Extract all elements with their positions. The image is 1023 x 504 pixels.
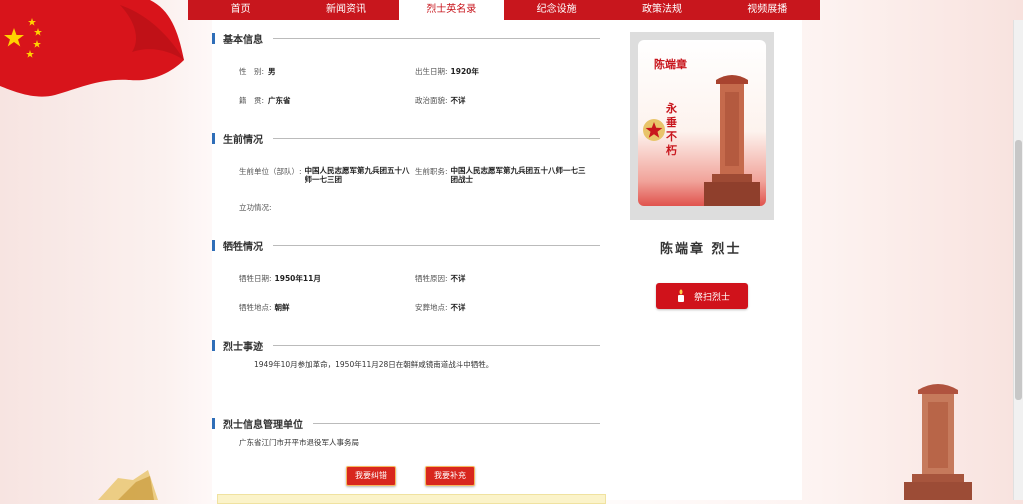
deeds-text: 1949年10月参加革命，1950年11月28日在朝鲜咸镜南道战斗中牺牲。: [254, 360, 494, 369]
section-marker: [212, 339, 215, 351]
section-marker: [212, 132, 215, 144]
field-value: 不详: [450, 96, 466, 105]
main-nav: 首页 新闻资讯 烈士英名录 纪念设施 政策法规 视频展播: [188, 0, 820, 20]
post-line-2: 团战士: [450, 175, 474, 184]
section-marker: [212, 32, 215, 44]
field-label: 政治面貌:: [415, 96, 448, 105]
field-political-status: 政治面貌: 不详: [415, 95, 466, 106]
unit-line-2: 师一七三团: [304, 175, 343, 184]
bottom-notice-strip: [217, 494, 606, 504]
nav-policies[interactable]: 政策法规: [609, 0, 714, 20]
section-basic-info: 基本信息: [212, 32, 600, 46]
field-value: 1950年11月: [274, 274, 321, 283]
section-divider: [313, 422, 600, 424]
field-value: 不详: [450, 274, 466, 283]
section-deeds: 烈士事迹: [212, 339, 600, 353]
nav-memorial-facilities[interactable]: 纪念设施: [504, 0, 609, 20]
field-value: 中国人民志愿军第九兵团五十八 师一七三团: [305, 166, 410, 184]
field-label: 牺牲地点:: [239, 303, 272, 312]
sweep-tomb-button[interactable]: 祭扫烈士: [656, 283, 748, 309]
field-value: 中国人民志愿军第九兵团五十八师一七三 团战士: [451, 166, 586, 184]
poster-name: 陈端章: [654, 58, 687, 71]
section-divider: [273, 37, 600, 39]
flag-icon: [0, 0, 184, 97]
section-title: 生前情况: [223, 134, 263, 146]
field-gender: 性 别: 男: [239, 66, 276, 77]
section-marker: [212, 239, 215, 251]
star-emblem-icon: [643, 119, 665, 141]
field-value: 1920年: [450, 67, 479, 76]
field-post: 生前职务: 中国人民志愿军第九兵团五十八师一七三 团战士: [415, 166, 586, 184]
martyr-detail-panel: 基本信息 性 别: 男 出生日期: 1920年 籍 贯: 广东省 政治面貌: 不…: [212, 20, 802, 504]
golden-ornament: [98, 470, 158, 500]
section-sacrifice-info: 牺牲情况: [212, 239, 600, 253]
field-birth-date: 出生日期: 1920年: [415, 66, 479, 77]
field-label: 生前职务:: [415, 167, 448, 176]
section-management: 烈士信息管理单位: [212, 417, 600, 431]
field-label: 牺牲日期:: [239, 274, 272, 283]
martyr-poster: 陈端章 永垂不朽: [630, 32, 774, 220]
field-label: 出生日期:: [415, 67, 448, 76]
field-burial-place: 安葬地点: 不详: [415, 302, 466, 313]
field-label: 立功情况:: [239, 203, 272, 212]
field-label: 安葬地点:: [415, 303, 448, 312]
field-origin: 籍 贯: 广东省: [239, 95, 291, 106]
supplement-button[interactable]: 我要补充: [425, 466, 475, 486]
nav-news[interactable]: 新闻资讯: [293, 0, 398, 20]
poster-image: 陈端章 永垂不朽: [638, 40, 766, 206]
field-label: 牺牲原因:: [415, 274, 448, 283]
management-org: 广东省江门市开平市退役军人事务局: [239, 438, 359, 447]
field-sacrifice-cause: 牺牲原因: 不详: [415, 273, 466, 284]
monument-icon: [904, 384, 972, 500]
field-label: 生前单位（部队）:: [239, 167, 302, 176]
field-sacrifice-place: 牺牲地点: 朝鲜: [239, 302, 290, 313]
monument-icon: [704, 75, 760, 206]
section-divider: [273, 244, 600, 246]
section-divider: [273, 137, 600, 139]
field-value: 广东省: [268, 96, 291, 105]
field-sacrifice-date: 牺牲日期: 1950年11月: [239, 273, 321, 284]
field-value: 男: [268, 67, 276, 76]
candle-icon: [677, 289, 684, 302]
field-label: 籍 贯:: [239, 96, 265, 105]
correct-button[interactable]: 我要纠错: [346, 466, 396, 486]
post-line-1: 中国人民志愿军第九兵团五十八师一七三: [450, 166, 586, 175]
scrollbar-thumb[interactable]: [1015, 140, 1022, 400]
sweep-button-label: 祭扫烈士: [693, 292, 730, 303]
poster-motto: 永垂不朽: [666, 102, 677, 157]
vertical-scrollbar[interactable]: [1013, 20, 1023, 500]
section-title: 烈士事迹: [223, 341, 263, 353]
section-title: 烈士信息管理单位: [223, 419, 303, 431]
nav-martyr-list[interactable]: 烈士英名录: [398, 0, 504, 20]
nav-videos[interactable]: 视频展播: [715, 0, 820, 20]
martyr-name-title: 陈端章 烈士: [660, 242, 742, 257]
section-divider: [273, 344, 600, 346]
section-life-info: 生前情况: [212, 132, 600, 146]
field-value: 朝鲜: [274, 303, 290, 312]
nav-home[interactable]: 首页: [188, 0, 293, 20]
field-unit: 生前单位（部队）: 中国人民志愿军第九兵团五十八 师一七三团: [239, 166, 410, 184]
field-value: 不详: [450, 303, 466, 312]
section-marker: [212, 417, 215, 429]
unit-line-1: 中国人民志愿军第九兵团五十八: [304, 166, 410, 175]
section-title: 基本信息: [223, 34, 263, 46]
section-title: 牺牲情况: [223, 241, 263, 253]
field-label: 性 别:: [239, 67, 265, 76]
field-merit: 立功情况:: [239, 202, 272, 213]
